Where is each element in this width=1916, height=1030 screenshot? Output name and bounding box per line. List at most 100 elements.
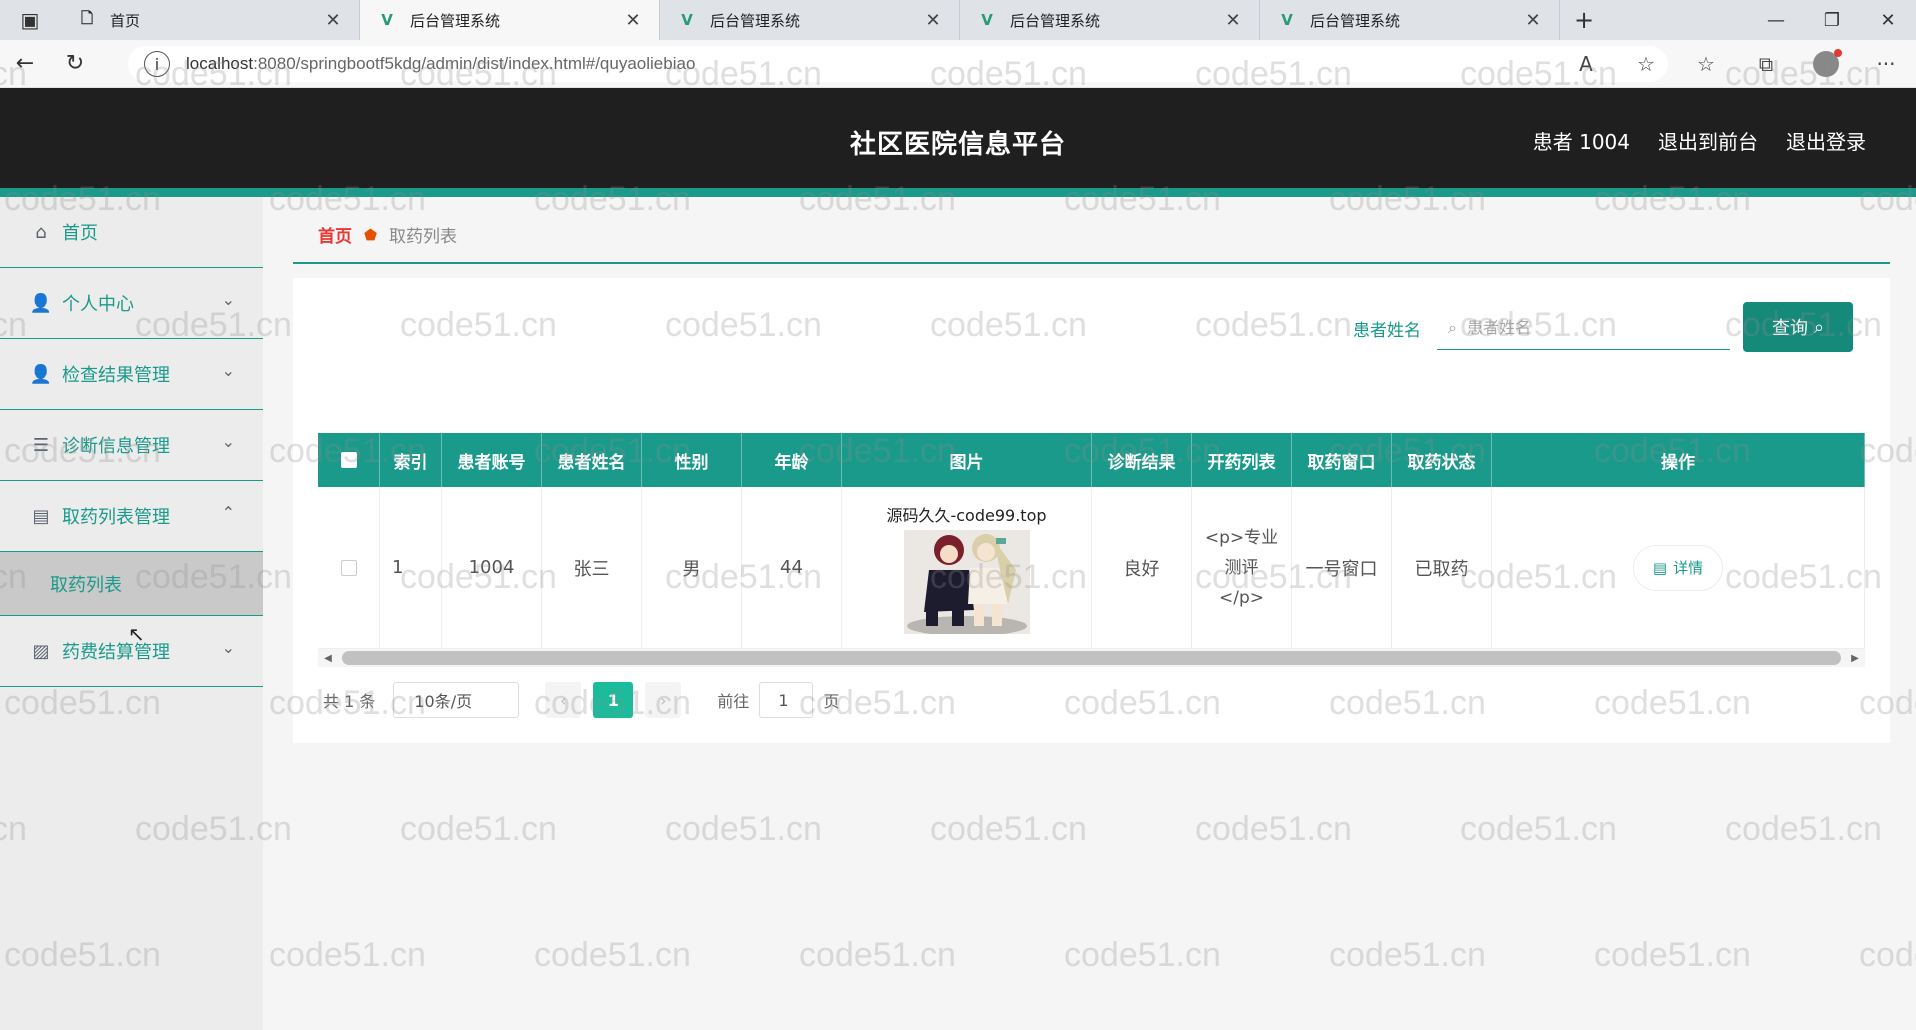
sidebar-item-label: 首页	[62, 223, 98, 244]
info-icon[interactable]: i	[144, 51, 170, 77]
col-header-gender: 性别	[642, 433, 742, 487]
window-close-icon[interactable]: ✕	[1860, 0, 1916, 40]
cell-index: 1	[380, 487, 442, 648]
sidebar-item-exam-results[interactable]: 👤 检查结果管理 ⌄	[0, 339, 263, 410]
close-icon[interactable]: ✕	[1223, 10, 1243, 31]
scroll-right-icon[interactable]: ▶	[1845, 653, 1865, 664]
page-size-select[interactable]: 10条/页	[393, 682, 520, 718]
url-field[interactable]: i localhost:8080/springbootf5kdg/admin/d…	[128, 46, 1668, 82]
search-icon: ⌕	[1813, 316, 1825, 338]
tab-title: 后台管理系统	[1010, 11, 1101, 30]
breadcrumb-home[interactable]: 首页	[318, 222, 352, 247]
profile-avatar[interactable]	[1796, 40, 1856, 88]
chevron-down-icon: ⌄	[221, 432, 235, 451]
mouse-cursor-icon: ↖	[128, 622, 145, 646]
col-header-account: 患者账号	[442, 433, 542, 487]
goto-page-input[interactable]: 1	[759, 682, 814, 718]
sidebar-item-home[interactable]: ⌂ 首页	[0, 197, 263, 268]
patient-name-search-input[interactable]	[1437, 306, 1730, 350]
header-links: 患者 1004 退出到前台 退出登录	[1533, 126, 1866, 155]
breadcrumb: 首页 ⬟ 取药列表	[318, 222, 457, 248]
page-number-1[interactable]: 1	[593, 682, 634, 718]
document-icon: ▤	[1652, 558, 1668, 577]
pagination: 共 1 条 10条/页 ‹ 1 › 前往 1 页	[323, 681, 839, 719]
breadcrumb-divider	[293, 262, 1890, 264]
query-button-label: 查询	[1771, 318, 1808, 339]
chart-icon: ▨	[32, 640, 50, 662]
list-icon: ☰	[32, 434, 50, 456]
user-label: 患者 1004	[1532, 130, 1630, 154]
col-header-status: 取药状态	[1392, 433, 1492, 487]
image-caption: 源码久久-code99.top	[886, 505, 1047, 525]
watermark-text: code51.cn	[1725, 810, 1882, 848]
prev-page-button[interactable]: ‹	[545, 682, 582, 718]
minimize-icon[interactable]: —	[1748, 0, 1804, 40]
new-tab-icon[interactable]: +	[1560, 0, 1608, 40]
collections-icon[interactable]: ⧉	[1736, 40, 1796, 88]
close-icon[interactable]: ✕	[1523, 10, 1543, 31]
scroll-left-icon[interactable]: ◀	[318, 653, 338, 664]
sidebar-item-label: 个人中心	[62, 294, 134, 315]
more-icon[interactable]: ···	[1856, 40, 1916, 88]
goto-label: 前往	[717, 692, 750, 711]
sidebar-item-label: 药费结算管理	[62, 642, 170, 663]
favorite-star-icon[interactable]: ☆	[1616, 40, 1676, 88]
browser-tab-4[interactable]: V 后台管理系统 ✕	[1260, 0, 1560, 40]
sidebar-subitem-medicine-list[interactable]: 取药列表	[0, 552, 263, 616]
browser-tab-2[interactable]: V 后台管理系统 ✕	[660, 0, 960, 40]
cell-action: ▤ 详情	[1492, 487, 1865, 648]
watermark-text: code51.cn	[1460, 810, 1617, 848]
col-header-image: 图片	[842, 433, 1092, 487]
restore-icon[interactable]: ❐	[1804, 0, 1860, 40]
sidebar-item-diagnosis[interactable]: ☰ 诊断信息管理 ⌄	[0, 410, 263, 481]
medicine-table: 索引 患者账号 患者姓名 性别 年龄 图片 诊断结果 开药列表 取药窗口 取药状…	[318, 433, 1865, 667]
watermark-text: code51.cn	[930, 810, 1087, 848]
select-all-checkbox[interactable]	[340, 452, 357, 468]
avatar	[1813, 49, 1842, 77]
close-icon[interactable]: ✕	[623, 10, 643, 31]
table-horizontal-scrollbar[interactable]: ◀ ▶	[318, 649, 1865, 667]
sidebar-item-label: 取药列表管理	[62, 507, 170, 528]
browser-tab-1[interactable]: V 后台管理系统 ✕	[360, 0, 660, 40]
cell-status: 已取药	[1392, 487, 1492, 648]
browser-tabbar: ▣ 🗋 首页 ✕ V 后台管理系统 ✕ V 后台管理系统 ✕ V 后台管理系统 …	[0, 0, 1916, 40]
browser-tab-3[interactable]: V 后台管理系统 ✕	[960, 0, 1260, 40]
reload-icon[interactable]: ↻	[50, 40, 100, 88]
browser-tab-0[interactable]: 🗋 首页 ✕	[60, 0, 360, 40]
logout-link[interactable]: 退出登录	[1786, 126, 1866, 155]
cell-name: 张三	[542, 487, 642, 648]
chevron-up-icon: ⌃	[221, 503, 235, 522]
close-icon[interactable]: ✕	[923, 10, 943, 31]
sidebar: ⌂ 首页 👤 个人中心 ⌄ 👤 检查结果管理 ⌄ ☰ 诊断信息管理 ⌄ ▤ 取药…	[0, 197, 263, 1030]
url-path: :8080/springbootf5kdg/admin/dist/index.h…	[253, 54, 696, 73]
scrollbar-thumb[interactable]	[342, 651, 1841, 665]
read-aloud-icon[interactable]: A	[1556, 40, 1616, 88]
sidebar-item-label: 检查结果管理	[62, 365, 170, 386]
watermark-text: code51.cn	[269, 936, 426, 974]
sidebar-item-label: 诊断信息管理	[62, 436, 170, 457]
next-page-button[interactable]: ›	[645, 682, 682, 718]
tab-actions-icon[interactable]: ▣	[0, 0, 60, 40]
query-button[interactable]: 查询 ⌕	[1743, 302, 1853, 352]
back-to-front-link[interactable]: 退出到前台	[1658, 126, 1758, 155]
sidebar-item-medicine-pickup[interactable]: ▤ 取药列表管理 ⌃	[0, 481, 263, 552]
favorites-icon[interactable]: ☆	[1676, 40, 1736, 88]
patient-image	[903, 529, 1030, 634]
back-icon[interactable]: ←	[0, 40, 50, 88]
sidebar-item-personal-center[interactable]: 👤 个人中心 ⌄	[0, 268, 263, 339]
tab-title: 首页	[110, 11, 141, 30]
col-header-window: 取药窗口	[1292, 433, 1392, 487]
tabbar-spacer	[1608, 0, 1748, 40]
close-icon[interactable]: ✕	[323, 10, 343, 31]
user-icon: 👤	[29, 292, 53, 314]
anime-figures-image	[903, 529, 1030, 634]
watermark-text: code51.cn	[1594, 936, 1751, 974]
user-icon: 👤	[29, 363, 53, 385]
tab-title: 后台管理系统	[1310, 11, 1401, 30]
row-checkbox[interactable]	[340, 559, 357, 576]
app-header: 社区医院信息平台 患者 1004 退出到前台 退出登录	[0, 88, 1916, 197]
detail-button[interactable]: ▤ 详情	[1633, 544, 1723, 591]
home-icon: ⌂	[35, 221, 47, 243]
tab-title: 后台管理系统	[410, 11, 501, 30]
select-all-cell	[318, 433, 380, 487]
